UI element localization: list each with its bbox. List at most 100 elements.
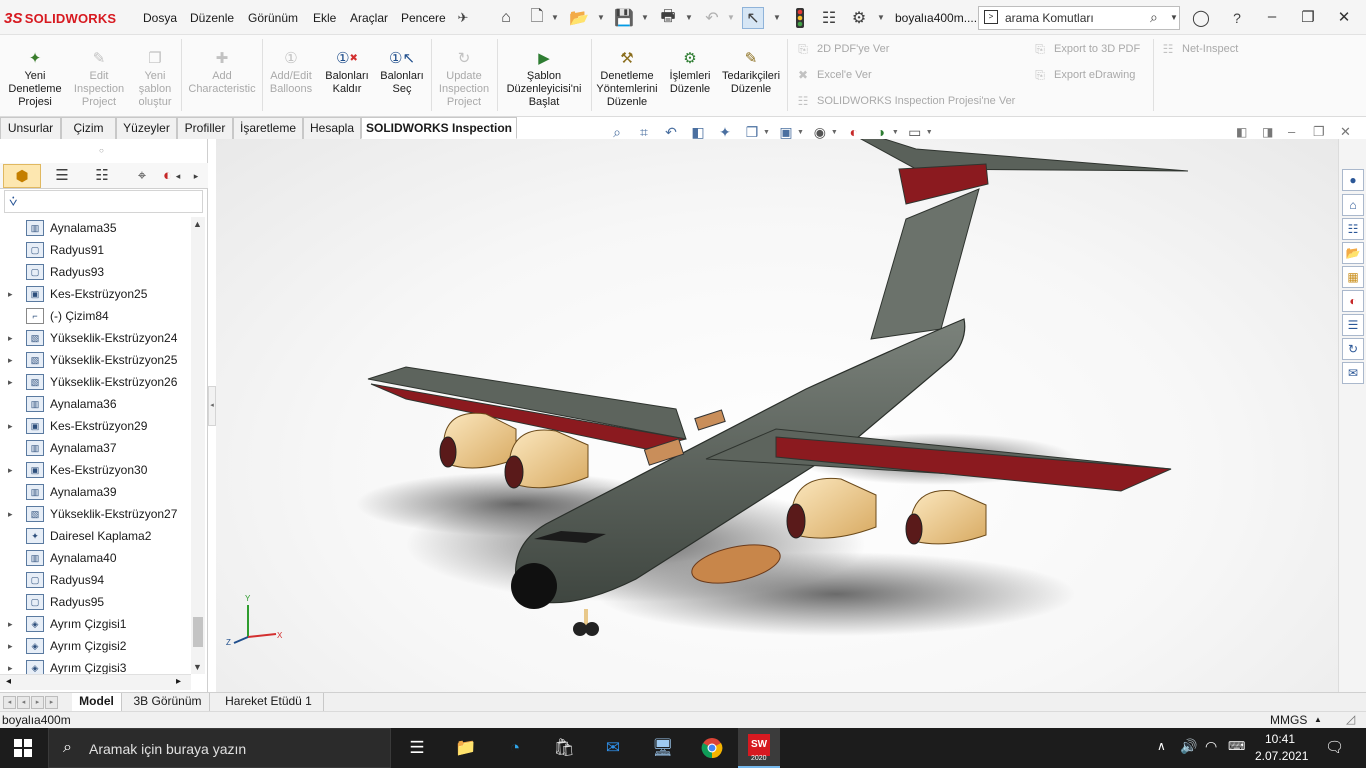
tree-node[interactable]: ▢ Radyus94 xyxy=(0,569,190,591)
design-library-home-icon[interactable]: ⌂ xyxy=(1342,194,1364,216)
print-icon[interactable]: 🖶 xyxy=(657,7,679,29)
tree-node[interactable]: ▸ ▣ Kes-Ekstrüzyon30 xyxy=(0,459,190,481)
edge-icon[interactable]: ◔ xyxy=(500,734,530,762)
user-account-icon[interactable]: ◯ xyxy=(1190,7,1212,29)
notifications-icon[interactable]: 🗨 xyxy=(1325,738,1344,756)
graphics-area[interactable]: Y X Z xyxy=(216,139,1338,692)
display-style-icon[interactable]: ▣ xyxy=(775,121,797,143)
design-library-icon[interactable]: ☷ xyxy=(1342,218,1364,240)
view-settings-dropdown-arrow[interactable]: ▼ xyxy=(926,129,933,136)
edit-inspection-methods-button[interactable]: ⚒ Denetleme Yöntemlerini Düzenle xyxy=(594,49,660,109)
aircraft-model[interactable]: Y X Z xyxy=(216,139,1338,692)
language-indicator-icon[interactable]: ⌨ xyxy=(1228,739,1245,753)
solidworks-resources-icon[interactable]: ● xyxy=(1342,169,1364,191)
remove-balloons-button[interactable]: ① ✖ Balonları Kaldır xyxy=(321,49,373,96)
export-excel-button[interactable]: ✖ Excel'e Ver xyxy=(795,68,872,82)
viewport-restore-icon[interactable]: ❐ xyxy=(1313,124,1325,140)
file-explorer-pane-icon[interactable]: 📂 xyxy=(1342,242,1364,264)
panel-scroll-left-icon[interactable]: ◂ xyxy=(170,164,186,188)
viewport-close-icon[interactable]: ✕ xyxy=(1340,124,1351,140)
view-palette-icon[interactable]: ▦ xyxy=(1342,266,1364,288)
tree-node[interactable]: ▥ Aynalama36 xyxy=(0,393,190,415)
scroll-down-icon[interactable]: ▼ xyxy=(193,662,202,672)
viewport-tile-left-icon[interactable]: ◧ xyxy=(1236,125,1247,139)
start-template-editor-button[interactable]: ▶ Şablon Düzenleyicisi'ni Başlat xyxy=(500,49,588,109)
panel-scroll-right-icon[interactable]: ▸ xyxy=(188,164,204,188)
export-3d-pdf-button[interactable]: ⎘ Export to 3D PDF xyxy=(1032,42,1140,56)
hide-show-dropdown-arrow[interactable]: ▼ xyxy=(831,129,838,136)
tree-horizontal-scrollbar[interactable]: ◂ ▸ xyxy=(0,674,191,690)
mail-icon[interactable]: ✉ xyxy=(598,734,628,762)
tab-prev-arrow[interactable]: ◂ xyxy=(17,696,30,709)
appearances-icon[interactable]: ◐ xyxy=(1342,290,1364,312)
close-button[interactable]: ✕ xyxy=(1334,8,1354,28)
custom-properties-icon[interactable]: ☰ xyxy=(1342,314,1364,336)
display-style-dropdown-arrow[interactable]: ▼ xyxy=(797,129,804,136)
edit-appearance-icon[interactable]: ◐ xyxy=(843,121,865,143)
solidworks-taskbar-button[interactable]: SW 2020 xyxy=(738,728,780,768)
tab-unsurlar[interactable]: Unsurlar xyxy=(0,117,61,139)
previous-view-icon[interactable]: ↶ xyxy=(660,121,682,143)
tree-node[interactable]: ▥ Aynalama40 xyxy=(0,547,190,569)
edit-inspection-project-button[interactable]: ✎ Edit Inspection Project xyxy=(70,49,128,109)
expand-arrow-icon[interactable]: ▸ xyxy=(8,657,13,674)
view-orientation-icon[interactable]: ❐ xyxy=(741,121,763,143)
undo-dropdown-arrow[interactable]: ▼ xyxy=(727,13,735,22)
volume-icon[interactable]: 🔊 xyxy=(1180,738,1197,755)
unit-system-arrow-icon[interactable]: ▲ xyxy=(1314,715,1322,724)
tab-profiller[interactable]: Profiller xyxy=(177,117,233,139)
windows-start-icon[interactable] xyxy=(14,739,32,757)
select-balloons-button[interactable]: ①↖ Balonları Seç xyxy=(376,49,428,96)
pin-icon[interactable]: ✈ xyxy=(452,7,474,29)
tree-node[interactable]: ▸ ◈ Ayrım Çizgisi1 xyxy=(0,613,190,635)
tree-node[interactable]: ▸ ▣ Kes-Ekstrüzyon29 xyxy=(0,415,190,437)
tab-next-arrow[interactable]: ▸ xyxy=(31,696,44,709)
options-dropdown-arrow[interactable]: ▼ xyxy=(877,13,885,22)
export-inspection-project-button[interactable]: ☷ SOLIDWORKS Inspection Projesi'ne Ver xyxy=(795,94,1016,108)
tree-node[interactable]: ▸ ◈ Ayrım Çizgisi2 xyxy=(0,635,190,657)
store-icon[interactable]: 🛍 xyxy=(549,734,579,762)
open-dropdown-arrow[interactable]: ▼ xyxy=(597,13,605,22)
tab-hesapla[interactable]: Hesapla xyxy=(303,117,361,139)
solidworks-logo[interactable]: 3S SOLIDWORKS xyxy=(4,8,116,28)
expand-arrow-icon[interactable]: ▸ xyxy=(8,349,13,371)
tab-cizim[interactable]: Çizim xyxy=(61,117,116,139)
tree-node[interactable]: ▥ Aynalama39 xyxy=(0,481,190,503)
update-inspection-project-button[interactable]: ↻ Update Inspection Project xyxy=(434,49,494,109)
expand-arrow-icon[interactable]: ▸ xyxy=(8,283,13,305)
select-cursor-icon[interactable]: ↖ xyxy=(742,7,764,29)
apply-scene-dropdown-arrow[interactable]: ▼ xyxy=(892,129,899,136)
export-2d-pdf-button[interactable]: ⎘ 2D PDF'ye Ver xyxy=(795,42,889,56)
tab-3d-view[interactable]: 3B Görünüm xyxy=(126,693,210,711)
apply-scene-icon[interactable]: ◑ xyxy=(870,121,892,143)
panel-collapse-handle[interactable]: ◂ xyxy=(208,386,216,426)
forum-icon[interactable]: ↻ xyxy=(1342,338,1364,360)
tab-model[interactable]: Model xyxy=(72,693,122,711)
tree-node[interactable]: ▸ ▧ Yükseklik-Ekstrüzyon24 xyxy=(0,327,190,349)
view-orientation-dropdown-arrow[interactable]: ▼ xyxy=(763,129,770,136)
feature-manager-tab-icon[interactable]: ⬢ xyxy=(3,164,41,188)
tree-vertical-scrollbar[interactable]: ▲ ▼ xyxy=(191,217,205,674)
expand-arrow-icon[interactable]: ▸ xyxy=(8,613,13,635)
expand-arrow-icon[interactable]: ▸ xyxy=(8,327,13,349)
export-edrawing-button[interactable]: ⎘ Export eDrawing xyxy=(1032,68,1135,82)
scroll-up-icon[interactable]: ▲ xyxy=(193,219,202,229)
expand-arrow-icon[interactable]: ▸ xyxy=(8,635,13,657)
tree-filter-box[interactable]: ⩒ xyxy=(4,190,203,213)
dimxpert-tab-icon[interactable]: ⌖ xyxy=(123,164,161,188)
minimize-button[interactable]: – xyxy=(1262,8,1282,28)
menu-gorunum[interactable]: Görünüm xyxy=(248,11,298,25)
search-dropdown-arrow[interactable]: ▼ xyxy=(1170,13,1178,22)
chrome-icon[interactable] xyxy=(697,734,727,762)
menu-duzenle[interactable]: Düzenle xyxy=(190,11,234,25)
print-dropdown-arrow[interactable]: ▼ xyxy=(685,13,693,22)
tree-node[interactable]: ▢ Radyus91 xyxy=(0,239,190,261)
save-icon[interactable]: 💾 xyxy=(613,7,635,29)
add-edit-balloons-button[interactable]: ① Add/Edit Balloons xyxy=(265,49,317,96)
select-dropdown-arrow[interactable]: ▼ xyxy=(773,13,781,22)
taskbar-search-box[interactable]: ⌕ Aramak için buraya yazın xyxy=(48,728,391,768)
tree-node[interactable]: ▥ Aynalama37 xyxy=(0,437,190,459)
options-gear-icon[interactable]: ⚙ xyxy=(848,7,870,29)
open-folder-icon[interactable]: 📂 xyxy=(568,7,590,29)
task-view-icon[interactable]: ☰ xyxy=(402,734,432,762)
